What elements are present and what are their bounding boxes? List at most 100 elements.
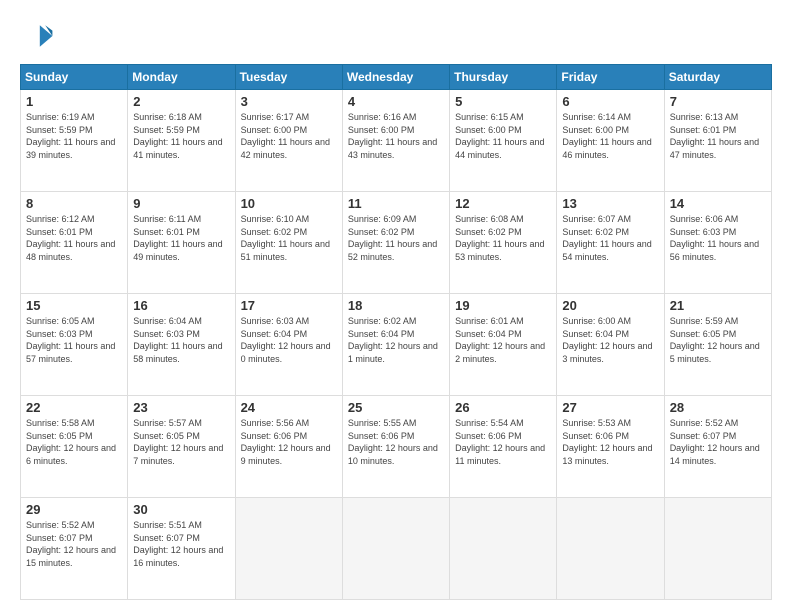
day-info: Sunrise: 6:15 AM Sunset: 6:00 PM Dayligh… — [455, 111, 551, 161]
calendar-cell — [557, 498, 664, 600]
day-info: Sunrise: 6:10 AM Sunset: 6:02 PM Dayligh… — [241, 213, 337, 263]
col-header-saturday: Saturday — [664, 65, 771, 90]
calendar-cell: 25 Sunrise: 5:55 AM Sunset: 6:06 PM Dayli… — [342, 396, 449, 498]
calendar-cell: 18 Sunrise: 6:02 AM Sunset: 6:04 PM Dayli… — [342, 294, 449, 396]
col-header-thursday: Thursday — [450, 65, 557, 90]
calendar-cell: 29Sunrise: 5:52 AM Sunset: 6:07 PM Dayli… — [21, 498, 128, 600]
day-info: Sunrise: 6:11 AM Sunset: 6:01 PM Dayligh… — [133, 213, 229, 263]
calendar-cell: 9 Sunrise: 6:11 AM Sunset: 6:01 PM Daylig… — [128, 192, 235, 294]
day-number: 1 — [26, 94, 122, 109]
day-info: Sunrise: 6:06 AM Sunset: 6:03 PM Dayligh… — [670, 213, 766, 263]
day-number: 7 — [670, 94, 766, 109]
day-number: 20 — [562, 298, 658, 313]
calendar-cell: 28 Sunrise: 5:52 AM Sunset: 6:07 PM Dayli… — [664, 396, 771, 498]
calendar-table: SundayMondayTuesdayWednesdayThursdayFrid… — [20, 64, 772, 600]
day-number: 28 — [670, 400, 766, 415]
calendar-cell: 20 Sunrise: 6:00 AM Sunset: 6:04 PM Dayli… — [557, 294, 664, 396]
day-number: 10 — [241, 196, 337, 211]
day-number: 4 — [348, 94, 444, 109]
calendar-cell: 19Sunrise: 6:01 AM Sunset: 6:04 PM Dayli… — [450, 294, 557, 396]
calendar-cell: 23Sunrise: 5:57 AM Sunset: 6:05 PM Dayli… — [128, 396, 235, 498]
day-number: 15 — [26, 298, 122, 313]
day-number: 23 — [133, 400, 229, 415]
day-number: 22 — [26, 400, 122, 415]
day-number: 30 — [133, 502, 229, 517]
day-info: Sunrise: 6:14 AM Sunset: 6:00 PM Dayligh… — [562, 111, 658, 161]
day-info: Sunrise: 5:51 AM Sunset: 6:07 PM Dayligh… — [133, 519, 229, 569]
day-info: Sunrise: 5:59 AM Sunset: 6:05 PM Dayligh… — [670, 315, 766, 365]
day-number: 9 — [133, 196, 229, 211]
day-number: 17 — [241, 298, 337, 313]
calendar-week-2: 8 Sunrise: 6:12 AM Sunset: 6:01 PM Daylig… — [21, 192, 772, 294]
col-header-tuesday: Tuesday — [235, 65, 342, 90]
calendar-week-3: 15 Sunrise: 6:05 AM Sunset: 6:03 PM Dayli… — [21, 294, 772, 396]
day-number: 13 — [562, 196, 658, 211]
page: SundayMondayTuesdayWednesdayThursdayFrid… — [0, 0, 792, 612]
day-info: Sunrise: 6:19 AM Sunset: 5:59 PM Dayligh… — [26, 111, 122, 161]
day-info: Sunrise: 6:04 AM Sunset: 6:03 PM Dayligh… — [133, 315, 229, 365]
day-number: 14 — [670, 196, 766, 211]
col-header-sunday: Sunday — [21, 65, 128, 90]
day-info: Sunrise: 6:08 AM Sunset: 6:02 PM Dayligh… — [455, 213, 551, 263]
day-info: Sunrise: 6:12 AM Sunset: 6:01 PM Dayligh… — [26, 213, 122, 263]
calendar-cell: 4 Sunrise: 6:16 AM Sunset: 6:00 PM Daylig… — [342, 90, 449, 192]
day-number: 12 — [455, 196, 551, 211]
calendar-cell: 8 Sunrise: 6:12 AM Sunset: 6:01 PM Daylig… — [21, 192, 128, 294]
day-info: Sunrise: 5:52 AM Sunset: 6:07 PM Dayligh… — [670, 417, 766, 467]
day-number: 2 — [133, 94, 229, 109]
day-info: Sunrise: 6:00 AM Sunset: 6:04 PM Dayligh… — [562, 315, 658, 365]
day-info: Sunrise: 5:53 AM Sunset: 6:06 PM Dayligh… — [562, 417, 658, 467]
day-info: Sunrise: 5:54 AM Sunset: 6:06 PM Dayligh… — [455, 417, 551, 467]
day-number: 29 — [26, 502, 122, 517]
calendar-week-4: 22 Sunrise: 5:58 AM Sunset: 6:05 PM Dayli… — [21, 396, 772, 498]
day-info: Sunrise: 6:09 AM Sunset: 6:02 PM Dayligh… — [348, 213, 444, 263]
calendar-cell: 15 Sunrise: 6:05 AM Sunset: 6:03 PM Dayli… — [21, 294, 128, 396]
calendar-cell: 1 Sunrise: 6:19 AM Sunset: 5:59 PM Daylig… — [21, 90, 128, 192]
calendar-cell: 11 Sunrise: 6:09 AM Sunset: 6:02 PM Dayli… — [342, 192, 449, 294]
day-info: Sunrise: 6:17 AM Sunset: 6:00 PM Dayligh… — [241, 111, 337, 161]
day-info: Sunrise: 6:07 AM Sunset: 6:02 PM Dayligh… — [562, 213, 658, 263]
day-info: Sunrise: 5:58 AM Sunset: 6:05 PM Dayligh… — [26, 417, 122, 467]
logo-icon — [20, 18, 56, 54]
day-info: Sunrise: 6:01 AM Sunset: 6:04 PM Dayligh… — [455, 315, 551, 365]
calendar-cell: 27 Sunrise: 5:53 AM Sunset: 6:06 PM Dayli… — [557, 396, 664, 498]
day-number: 6 — [562, 94, 658, 109]
day-number: 5 — [455, 94, 551, 109]
day-number: 18 — [348, 298, 444, 313]
calendar-cell: 6 Sunrise: 6:14 AM Sunset: 6:00 PM Daylig… — [557, 90, 664, 192]
calendar-cell: 14 Sunrise: 6:06 AM Sunset: 6:03 PM Dayli… — [664, 192, 771, 294]
logo — [20, 18, 62, 54]
col-header-monday: Monday — [128, 65, 235, 90]
calendar-cell: 26 Sunrise: 5:54 AM Sunset: 6:06 PM Dayli… — [450, 396, 557, 498]
calendar-cell: 21 Sunrise: 5:59 AM Sunset: 6:05 PM Dayli… — [664, 294, 771, 396]
day-info: Sunrise: 5:55 AM Sunset: 6:06 PM Dayligh… — [348, 417, 444, 467]
calendar-cell: 12 Sunrise: 6:08 AM Sunset: 6:02 PM Dayli… — [450, 192, 557, 294]
day-info: Sunrise: 6:03 AM Sunset: 6:04 PM Dayligh… — [241, 315, 337, 365]
day-number: 27 — [562, 400, 658, 415]
col-header-wednesday: Wednesday — [342, 65, 449, 90]
day-number: 25 — [348, 400, 444, 415]
day-info: Sunrise: 6:16 AM Sunset: 6:00 PM Dayligh… — [348, 111, 444, 161]
day-info: Sunrise: 6:02 AM Sunset: 6:04 PM Dayligh… — [348, 315, 444, 365]
calendar-cell — [235, 498, 342, 600]
day-number: 21 — [670, 298, 766, 313]
day-number: 8 — [26, 196, 122, 211]
calendar-week-5: 29Sunrise: 5:52 AM Sunset: 6:07 PM Dayli… — [21, 498, 772, 600]
day-info: Sunrise: 6:13 AM Sunset: 6:01 PM Dayligh… — [670, 111, 766, 161]
day-number: 16 — [133, 298, 229, 313]
day-number: 11 — [348, 196, 444, 211]
day-number: 24 — [241, 400, 337, 415]
day-number: 26 — [455, 400, 551, 415]
calendar-cell: 7 Sunrise: 6:13 AM Sunset: 6:01 PM Daylig… — [664, 90, 771, 192]
calendar-header-row: SundayMondayTuesdayWednesdayThursdayFrid… — [21, 65, 772, 90]
calendar-cell: 5 Sunrise: 6:15 AM Sunset: 6:00 PM Daylig… — [450, 90, 557, 192]
calendar-week-1: 1 Sunrise: 6:19 AM Sunset: 5:59 PM Daylig… — [21, 90, 772, 192]
day-info: Sunrise: 6:05 AM Sunset: 6:03 PM Dayligh… — [26, 315, 122, 365]
day-info: Sunrise: 5:56 AM Sunset: 6:06 PM Dayligh… — [241, 417, 337, 467]
day-info: Sunrise: 6:18 AM Sunset: 5:59 PM Dayligh… — [133, 111, 229, 161]
calendar-cell: 13 Sunrise: 6:07 AM Sunset: 6:02 PM Dayli… — [557, 192, 664, 294]
calendar-cell: 2 Sunrise: 6:18 AM Sunset: 5:59 PM Daylig… — [128, 90, 235, 192]
header — [20, 18, 772, 54]
calendar-cell: 30 Sunrise: 5:51 AM Sunset: 6:07 PM Dayli… — [128, 498, 235, 600]
calendar-cell: 17 Sunrise: 6:03 AM Sunset: 6:04 PM Dayli… — [235, 294, 342, 396]
